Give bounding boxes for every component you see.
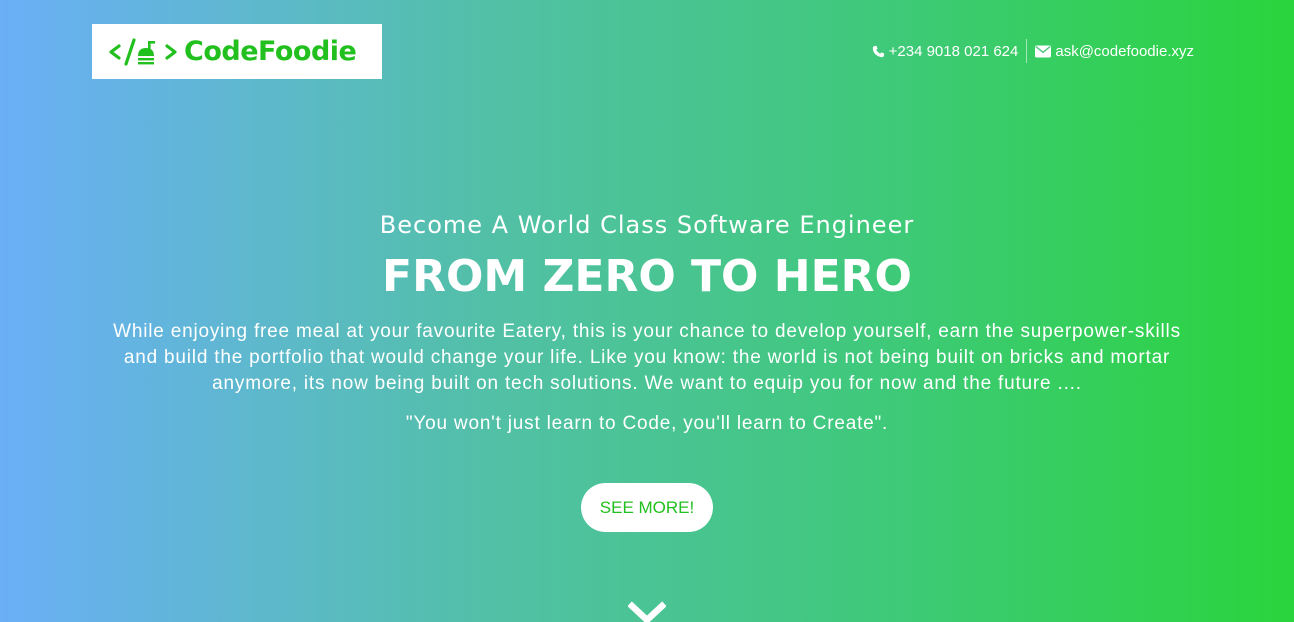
see-more-button[interactable]: SEE MORE!: [581, 483, 713, 532]
envelope-icon: [1035, 45, 1052, 57]
chevron-down-icon: [628, 601, 666, 622]
hero-description: While enjoying free meal at your favouri…: [113, 321, 1181, 394]
contact-divider: [1026, 39, 1028, 63]
hero-quote: "You won't just learn to Code, you'll le…: [405, 413, 889, 434]
brand-logo-link[interactable]: CodeFoodie: [92, 24, 382, 79]
phone-icon: [872, 45, 884, 57]
code-burger-logo-icon: [109, 37, 177, 66]
phone-number: +234 9018 021 624: [888, 42, 1019, 60]
email-link[interactable]: ask@codefoodie.xyz: [1035, 43, 1194, 60]
brand-name: CodeFoodie: [184, 36, 357, 67]
hero-subtitle: Become A World Class Software Engineer: [379, 211, 915, 239]
phone-link[interactable]: +234 9018 021 624: [872, 42, 1019, 60]
scroll-down-link[interactable]: [628, 601, 666, 622]
hero-headline: FROM ZERO TO HERO: [382, 251, 912, 302]
email-address: ask@codefoodie.xyz: [1055, 42, 1194, 60]
contact-info: +234 9018 021 624 ask@codefoodie.xyz: [872, 38, 1194, 64]
top-bar: CodeFoodie +234 9018 021 624 ask@codefoo…: [0, 0, 1294, 104]
